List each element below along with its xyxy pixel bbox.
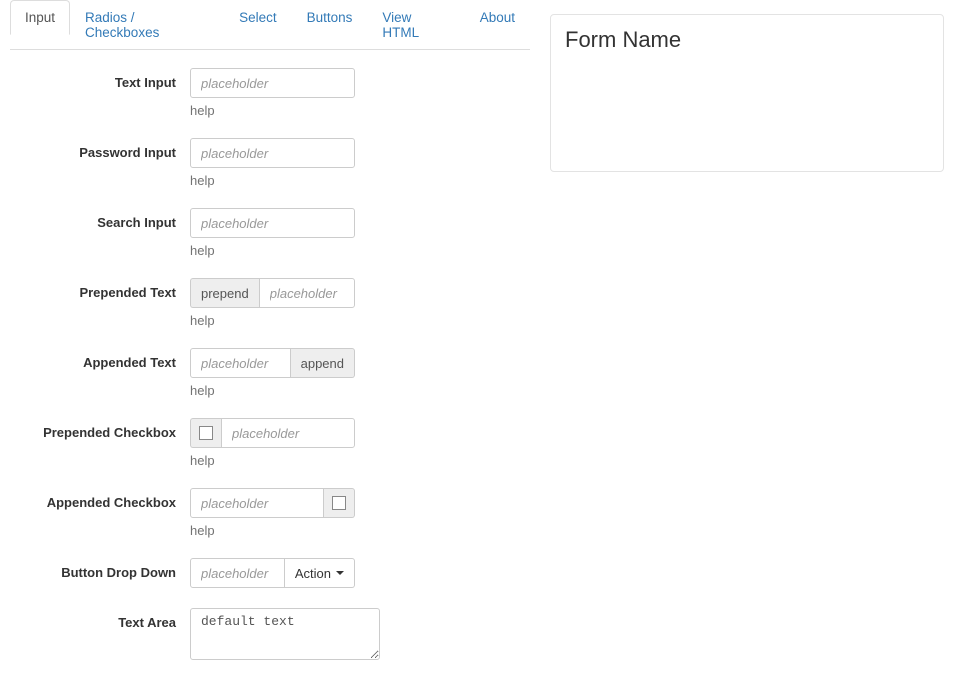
- search-input-label: Search Input: [10, 208, 190, 258]
- search-input[interactable]: [190, 208, 355, 238]
- prepended-checkbox-input[interactable]: [221, 418, 355, 448]
- search-input-help: help: [190, 243, 355, 258]
- appended-text-help: help: [190, 383, 355, 398]
- prepended-text-input[interactable]: [259, 278, 355, 308]
- prepended-text-label: Prepended Text: [10, 278, 190, 328]
- button-dropdown-label: Button Drop Down: [10, 558, 190, 588]
- button-dropdown-input[interactable]: [190, 558, 285, 588]
- text-input[interactable]: [190, 68, 355, 98]
- text-input-help: help: [190, 103, 355, 118]
- form-title: Form Name: [565, 27, 929, 53]
- tab-select[interactable]: Select: [224, 0, 292, 35]
- form-preview-panel: Form Name: [550, 14, 944, 172]
- append-addon: append: [291, 348, 355, 378]
- prepended-checkbox-help: help: [190, 453, 355, 468]
- appended-checkbox-label: Appended Checkbox: [10, 488, 190, 538]
- action-dropdown-button[interactable]: Action: [285, 558, 355, 588]
- tabs: Input Radios / Checkboxes Select Buttons…: [10, 0, 530, 50]
- tab-about[interactable]: About: [465, 0, 530, 35]
- append-checkbox-addon: [324, 488, 355, 518]
- prepended-checkbox-label: Prepended Checkbox: [10, 418, 190, 468]
- checkbox-icon[interactable]: [199, 426, 213, 440]
- text-area-label: Text Area: [10, 608, 190, 663]
- password-input-label: Password Input: [10, 138, 190, 188]
- password-input-help: help: [190, 173, 355, 188]
- prepended-text-help: help: [190, 313, 355, 328]
- appended-text-input[interactable]: [190, 348, 291, 378]
- tab-input[interactable]: Input: [10, 0, 70, 35]
- appended-text-label: Appended Text: [10, 348, 190, 398]
- tab-radios-checkboxes[interactable]: Radios / Checkboxes: [70, 0, 224, 50]
- appended-checkbox-help: help: [190, 523, 355, 538]
- text-area[interactable]: [190, 608, 380, 660]
- caret-down-icon: [336, 571, 344, 575]
- checkbox-icon[interactable]: [332, 496, 346, 510]
- tab-buttons[interactable]: Buttons: [292, 0, 368, 35]
- prepend-checkbox-addon: [190, 418, 221, 448]
- tab-view-html[interactable]: View HTML: [367, 0, 464, 50]
- password-input[interactable]: [190, 138, 355, 168]
- action-dropdown-label: Action: [295, 566, 331, 581]
- appended-checkbox-input[interactable]: [190, 488, 324, 518]
- prepend-addon: prepend: [190, 278, 259, 308]
- text-input-label: Text Input: [10, 68, 190, 118]
